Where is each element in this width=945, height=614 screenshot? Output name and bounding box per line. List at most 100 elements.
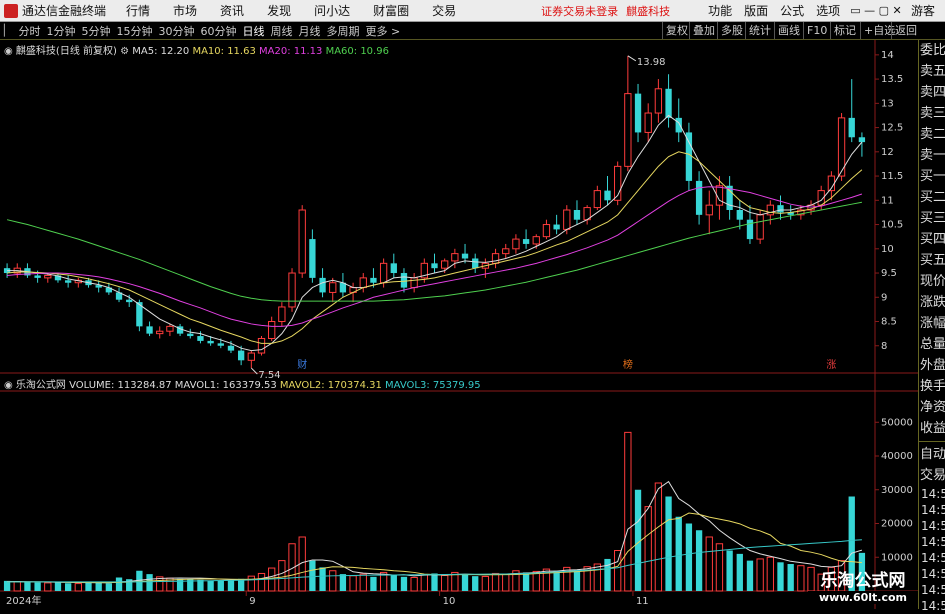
menu-item-formula[interactable]: 公式 <box>780 2 804 19</box>
menu-item-ask[interactable]: 问小达 <box>314 2 350 19</box>
volume-bar-down <box>176 578 184 591</box>
price-tick-label: 8 <box>881 341 887 352</box>
period-1min[interactable]: 1分钟 <box>46 23 75 39</box>
volume-tick-label: 40000 <box>881 451 913 462</box>
legend-ma5: MA5: 12.20 <box>132 46 190 57</box>
candle-body-down <box>197 336 204 341</box>
menu-item-discover[interactable]: 发现 <box>267 2 291 19</box>
tool-multi-stock[interactable]: 多股 <box>717 22 746 39</box>
menu-item-options[interactable]: 选项 <box>816 2 840 19</box>
candle-body-down <box>187 333 194 337</box>
menu-item-function[interactable]: 功能 <box>708 2 732 19</box>
candle-body-down <box>634 93 642 133</box>
volume-bar-down <box>54 582 62 591</box>
guest-user[interactable]: 游客 <box>911 2 935 19</box>
volume-tick-label: 30000 <box>881 485 913 496</box>
volume-bar-up <box>532 570 540 592</box>
tool-back[interactable]: 返回 <box>891 22 920 39</box>
candle-body-down <box>848 117 855 138</box>
trade-login-notice[interactable]: 证券交易未登录 <box>541 3 618 19</box>
menu-item-market[interactable]: 市场 <box>173 2 197 19</box>
candle-body-down <box>858 137 866 143</box>
candle-body-down <box>553 224 560 230</box>
period-5min[interactable]: 5分钟 <box>81 23 110 39</box>
volume-bar-down <box>726 550 733 591</box>
candle-body-up <box>410 277 418 289</box>
mavol-line-mavol1 <box>7 480 863 584</box>
candle-body-down <box>146 326 153 334</box>
candle-body-down <box>207 340 214 344</box>
period-60min[interactable]: 60分钟 <box>200 23 236 39</box>
period-daily[interactable]: 日线 <box>242 23 264 39</box>
ma-line-ma5 <box>7 114 863 352</box>
date-tick-label: 2024年 <box>6 594 41 607</box>
settings-gear-icon[interactable]: ⚙ <box>120 46 129 57</box>
menu-item-wealth[interactable]: 财富圈 <box>373 2 409 19</box>
panel-field-5: 卖一 <box>920 148 945 163</box>
period-15min[interactable]: 15分钟 <box>116 23 152 39</box>
volume-bar-down <box>675 516 682 591</box>
watermark: 乐淘公式网 www.60lt.com <box>808 566 918 604</box>
tool-overlay[interactable]: 叠加 <box>689 22 718 39</box>
period-toolbar: ▏ 分时 1分钟 5分钟 15分钟 30分钟 60分钟 日线 周线 月线 多周期… <box>0 22 945 40</box>
volume-bar-up <box>614 550 622 592</box>
candle-body-up <box>441 260 449 269</box>
volume-bar-up <box>766 556 774 592</box>
period-more[interactable]: 更多 > <box>365 23 400 39</box>
volume-indicator-title: 乐淘公式网 <box>15 380 66 391</box>
volume-tick-label: 20000 <box>881 519 913 530</box>
period-30min[interactable]: 30分钟 <box>158 23 194 39</box>
volume-bar-down <box>207 580 214 591</box>
period-monthly[interactable]: 月线 <box>298 23 320 39</box>
volume-bar-down <box>339 574 347 591</box>
volume-bar-down <box>217 580 224 591</box>
legend-ma60: MA60: 10.96 <box>325 46 389 57</box>
price-tick-label: 13.5 <box>881 74 903 85</box>
volume-bar-down <box>3 580 11 591</box>
candle-body-down <box>64 280 72 283</box>
legend-mavol3: MAVOL3: 75379.95 <box>385 380 481 391</box>
menu-item-news[interactable]: 资讯 <box>220 2 244 19</box>
tool-adjust[interactable]: 复权 <box>662 22 691 39</box>
candle-body-up <box>756 214 764 240</box>
tool-draw-line[interactable]: 画线 <box>774 22 803 39</box>
price-tick-label: 13 <box>881 98 894 109</box>
candle-body-up <box>298 209 306 274</box>
period-multi[interactable]: 多周期 <box>326 23 359 39</box>
price-tick-label: 12 <box>881 147 894 158</box>
period-intraday[interactable]: 分时 <box>18 23 40 39</box>
candle-body-down <box>431 263 438 269</box>
candle-body-down <box>604 190 611 201</box>
volume-bar-down <box>522 572 530 591</box>
menu-item-quotes[interactable]: 行情 <box>126 2 150 19</box>
volume-toggle-icon[interactable]: ◉ <box>4 380 13 391</box>
panel-field-9: 买四 <box>920 232 945 247</box>
tool-statistics[interactable]: 统计 <box>745 22 774 39</box>
tool-mark[interactable]: 标记 <box>830 22 859 39</box>
panel-auto[interactable]: 自动 <box>919 444 945 465</box>
volume-bar-down <box>553 570 560 591</box>
candle-body-down <box>472 258 479 269</box>
panel-trade[interactable]: 交易 <box>919 465 945 486</box>
volume-bar-up <box>257 572 266 592</box>
chart-canvas[interactable]: 1413.51312.51211.51110.5109.598.5813.987… <box>0 40 918 609</box>
candle-body-down <box>390 263 397 274</box>
volume-chart-legend: ◉ 乐淘公式网 VOLUME: 113284.87 MAVOL1: 163379… <box>4 376 481 391</box>
quote-side-panel: 委比 卖五 卖四 卖三 卖二 卖一 买一 买二 买三 买四 买五 现价 涨跌 涨幅 总量 外盘 换手 净资 收益 自… <box>918 40 945 613</box>
volume-bar-up <box>359 573 367 592</box>
period-weekly[interactable]: 周线 <box>270 23 292 39</box>
legend-toggle-icon[interactable]: ◉ <box>4 46 13 57</box>
price-tick-label: 10.5 <box>881 220 903 231</box>
tick-time: 14:56 <box>921 599 945 613</box>
candle-body-up <box>166 325 174 332</box>
mavol-line-mavol2 <box>7 512 862 584</box>
volume-bar-up <box>13 581 21 592</box>
panel-separator <box>919 441 945 442</box>
window-controls[interactable]: ▭ — ▢ ✕ <box>850 4 902 17</box>
menu-item-trade[interactable]: 交易 <box>432 2 456 19</box>
main-chart-legend: ◉ 麒盛科技(日线 前复权) ⚙ MA5: 12.20 MA10: 11.63 … <box>4 42 389 57</box>
price-tick-label: 9 <box>881 292 887 303</box>
volume-bar-down <box>64 583 72 591</box>
tool-f10[interactable]: F10 <box>803 22 830 39</box>
menu-item-layout[interactable]: 版面 <box>744 2 768 19</box>
